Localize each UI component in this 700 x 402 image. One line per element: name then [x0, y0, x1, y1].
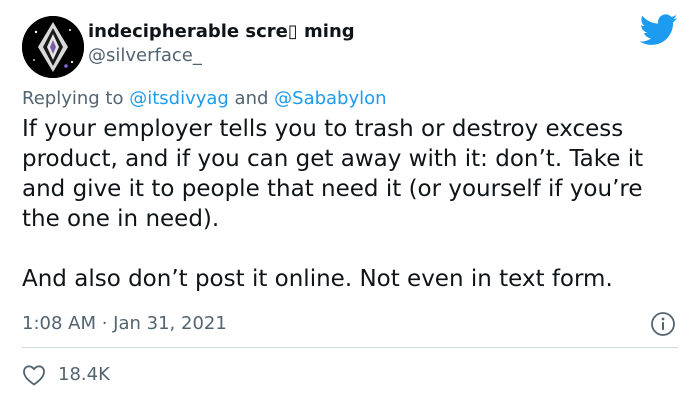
likes-count: 18.4K [58, 364, 110, 385]
replying-to-line: Replying to @itsdivyag and @Sababylon [22, 87, 387, 111]
tweet-card: indecipherable scre▯ ming @silverface_ R… [0, 0, 700, 402]
avatar[interactable] [22, 16, 84, 78]
tweet-paragraph: If your employer tells you to trash or d… [22, 116, 644, 232]
like-button[interactable]: 18.4K [22, 363, 110, 387]
replying-to-label: Replying to [22, 88, 130, 109]
tweet-paragraph: And also don’t post it online. Not even … [22, 266, 613, 292]
tweet-date: Jan 31, 2021 [113, 313, 227, 334]
tweet-time: 1:08 AM [22, 313, 96, 334]
user-handle[interactable]: @silverface_ [88, 44, 355, 68]
mention-link-itsdivyag[interactable]: @itsdivyag [129, 88, 229, 109]
diamond-crystal-avatar-icon [22, 16, 84, 78]
meta-separator: · [96, 313, 114, 334]
info-icon[interactable] [650, 311, 676, 337]
mention-link-sababylon[interactable]: @Sababylon [274, 88, 386, 109]
tweet-timestamp[interactable]: 1:08 AM · Jan 31, 2021 [22, 312, 227, 336]
twitter-bird-icon[interactable] [640, 14, 678, 46]
display-name[interactable]: indecipherable scre▯ ming [88, 20, 355, 44]
replying-to-connector: and [228, 88, 275, 109]
tweet-text: If your employer tells you to trash or d… [22, 114, 682, 294]
heart-icon [23, 365, 45, 386]
divider [22, 347, 678, 348]
author-block: indecipherable scre▯ ming @silverface_ [88, 20, 355, 68]
